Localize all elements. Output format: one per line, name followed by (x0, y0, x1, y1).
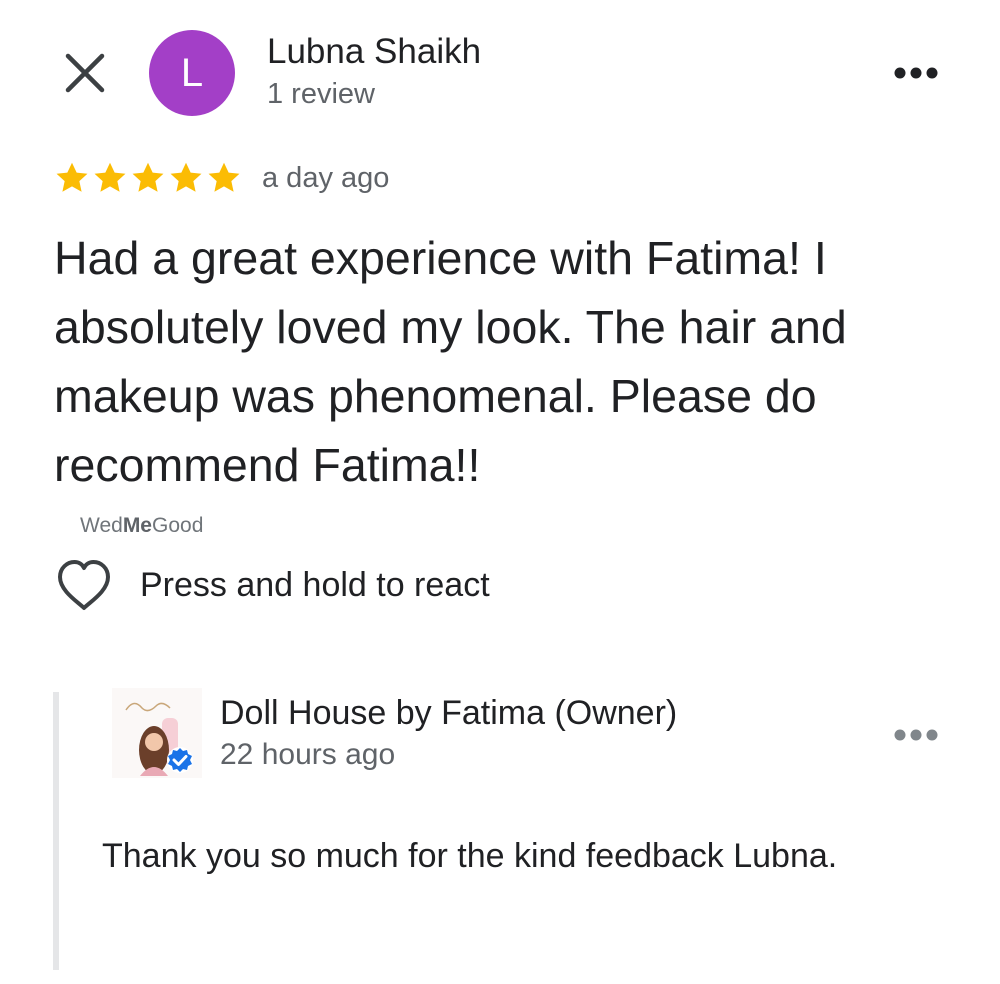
star-icon (56, 162, 88, 192)
star-icon (208, 162, 240, 192)
owner-reply-time: 22 hours ago (220, 738, 396, 771)
star-icon (94, 162, 126, 192)
author-review-count: 1 review (267, 78, 375, 110)
review-more-button[interactable] (888, 62, 944, 84)
more-horizontal-icon (894, 67, 938, 79)
author-name[interactable]: Lubna Shaikh (267, 32, 481, 72)
review-source-label: WedMeGood (80, 514, 203, 538)
react-label: Press and hold to react (140, 566, 490, 604)
react-button[interactable]: Press and hold to react (54, 558, 574, 616)
review-time: a day ago (262, 162, 390, 194)
reply-more-button[interactable] (888, 724, 944, 746)
star-rating (54, 160, 242, 200)
source-bold: Me (122, 514, 152, 537)
star-icon (170, 162, 202, 192)
heart-outline-icon (58, 560, 110, 610)
owner-name[interactable]: Doll House by Fatima (Owner) (220, 694, 677, 733)
reply-divider (53, 692, 59, 970)
close-icon (65, 53, 105, 93)
source-suffix: Good (152, 514, 204, 537)
star-icon (132, 162, 164, 192)
close-button[interactable] (62, 50, 108, 96)
source-prefix: Wed (80, 514, 123, 537)
review-text: Had a great experience with Fatima! I ab… (54, 232, 847, 491)
owner-logo-icon (112, 688, 202, 778)
more-horizontal-icon (894, 729, 938, 741)
avatar[interactable]: L (149, 30, 235, 116)
owner-reply-text: Thank you so much for the kind feedback … (102, 837, 838, 875)
owner-avatar[interactable] (112, 688, 202, 778)
